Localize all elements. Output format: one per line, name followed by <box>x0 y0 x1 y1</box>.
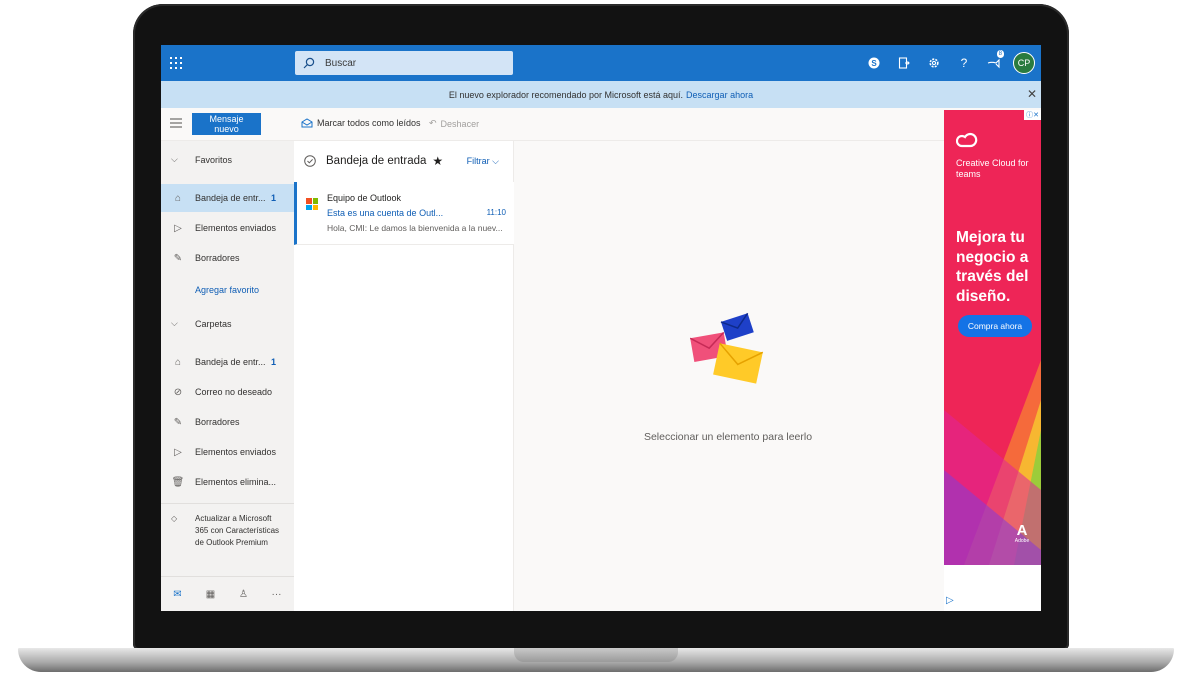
inbox-icon: ⌂ <box>174 192 182 204</box>
send-icon: ▷ <box>174 446 182 458</box>
pencil-icon: ✎ <box>173 416 183 428</box>
send-icon: ▷ <box>174 222 182 234</box>
feedback-icon[interactable]: 8 <box>979 45 1009 81</box>
upgrade-premium[interactable]: ◇ Actualizar a Microsoft 365 con Caracte… <box>161 503 294 568</box>
reading-pane: Seleccionar un elemento para leerlo <box>514 141 942 611</box>
banner-download-link[interactable]: Descargar ahora <box>686 90 753 100</box>
undo-label: Deshacer <box>440 118 480 129</box>
help-icon[interactable]: ? <box>949 45 979 81</box>
select-all-icon[interactable] <box>304 155 316 167</box>
ad-footer: ▷ <box>944 565 1041 611</box>
sidebar-item-label: Correo no deseado <box>195 387 273 397</box>
message-sender: Equipo de Outlook <box>327 193 402 203</box>
sidebar-item-sent[interactable]: ▷ Elementos enviados <box>161 438 294 466</box>
message-list-header: Bandeja de entrada ★ Filtrar ⌵ <box>294 141 513 181</box>
people-icon[interactable]: ♙ <box>227 589 260 600</box>
creative-cloud-icon <box>956 132 978 148</box>
sidebar-item-inbox[interactable]: ⌂ Bandeja de entr... 1 <box>161 348 294 376</box>
calendar-icon[interactable]: ▦ <box>194 589 227 600</box>
sidebar-item-deleted[interactable]: 🗑 Elementos elimina... <box>161 468 294 496</box>
chevron-down-icon: ⌵ <box>171 154 178 164</box>
folders-label: Carpetas <box>195 318 232 329</box>
more-icon[interactable]: ··· <box>260 589 293 600</box>
top-bar: S ? 8 CP <box>161 45 1041 81</box>
svg-text:S: S <box>871 59 877 68</box>
adobe-logo: A Adobe <box>1012 523 1032 544</box>
sidebar-item-junk[interactable]: ⊘ Correo no deseado <box>161 378 294 406</box>
ad-choices-icon[interactable]: ⓘ✕ <box>1024 110 1041 120</box>
diamond-icon: ◇ <box>171 514 178 523</box>
folders-header[interactable]: ⌵ Carpetas <box>171 318 232 329</box>
add-favorite-link[interactable]: Agregar favorito <box>195 285 259 295</box>
favorites-label: Favoritos <box>195 154 233 165</box>
block-icon: ⊘ <box>173 386 183 398</box>
star-icon[interactable]: ★ <box>432 154 443 168</box>
unread-count: 1 <box>270 357 276 367</box>
message-subject: Esta es una cuenta de Outl... <box>327 208 444 218</box>
message-time: 11:10 <box>486 208 506 217</box>
undo-button[interactable]: ↶ Deshacer <box>429 118 479 129</box>
mark-all-read-label: Marcar todos como leídos <box>317 118 421 128</box>
empty-state-text: Seleccionar un elemento para leerlo <box>643 431 813 443</box>
list-item[interactable]: Equipo de Outlook Esta es una cuenta de … <box>294 182 516 245</box>
sidebar-item-label: Elementos elimina... <box>195 477 277 487</box>
new-message-button[interactable]: Mensaje nuevo <box>192 113 261 135</box>
filter-button[interactable]: Filtrar ⌵ <box>467 156 499 167</box>
undo-icon: ↶ <box>429 118 437 128</box>
sidebar-item-label: Borradores <box>195 253 240 263</box>
gear-icon[interactable] <box>919 45 949 81</box>
ad-creative[interactable]: Creative Cloud for teams Mejora tu negoc… <box>944 110 1041 565</box>
ad-brand: Creative Cloud for teams <box>956 158 1029 179</box>
mail-icon[interactable]: ✉ <box>161 589 194 600</box>
envelope-open-icon <box>301 118 313 128</box>
module-switcher: ✉ ▦ ♙ ··· <box>161 576 294 611</box>
sidebar-item-label: Borradores <box>195 417 240 427</box>
filter-label: Filtrar <box>466 155 490 166</box>
advertisement[interactable]: Creative Cloud for teams Mejora tu negoc… <box>944 110 1041 565</box>
message-preview: Hola, CMI: Le damos la bienvenida a la n… <box>327 223 503 233</box>
app-launcher-icon[interactable] <box>161 45 191 81</box>
inbox-icon: ⌂ <box>174 356 182 368</box>
microsoft-logo-icon <box>306 198 318 210</box>
upgrade-text: Actualizar a Microsoft 365 con Caracterí… <box>195 514 280 547</box>
hamburger-icon[interactable] <box>170 118 182 128</box>
unread-count: 1 <box>270 193 276 203</box>
pencil-icon: ✎ <box>173 252 183 264</box>
sidebar-item-favorite-drafts[interactable]: ✎ Borradores <box>161 244 294 272</box>
favorites-header[interactable]: ⌵ Favoritos <box>171 154 232 165</box>
chevron-down-icon: ⌵ <box>171 318 178 328</box>
mark-all-read-button[interactable]: Marcar todos como leídos <box>301 118 421 128</box>
search-box[interactable] <box>295 51 513 75</box>
banner-text: El nuevo explorador recomendado por Micr… <box>448 89 684 100</box>
browser-banner: El nuevo explorador recomendado por Micr… <box>161 81 1041 108</box>
trash-icon: 🗑 <box>171 476 185 488</box>
avatar[interactable]: CP <box>1013 52 1035 74</box>
ad-cta-button[interactable]: Compra ahora <box>958 315 1032 337</box>
close-icon[interactable]: ✕ <box>1027 87 1037 101</box>
search-icon <box>303 57 315 69</box>
envelopes-illustration-icon <box>690 312 764 384</box>
message-list: Bandeja de entrada ★ Filtrar ⌵ Equipo de… <box>294 141 516 611</box>
adchoices-play-icon[interactable]: ▷ <box>946 595 954 606</box>
laptop-notch <box>514 648 678 662</box>
sidebar-item-drafts[interactable]: ✎ Borradores <box>161 408 294 436</box>
command-bar: Mensaje nuevo Marcar todos como leídos ↶… <box>161 108 1041 141</box>
sidebar-item-favorite-inbox[interactable]: ⌂ Bandeja de entr... 1 <box>161 184 294 212</box>
outlook-window: S ? 8 CP El nuevo explorador recomendado… <box>161 45 1041 611</box>
search-input[interactable] <box>323 56 507 70</box>
sidebar-item-label: Bandeja de entr... <box>195 357 266 367</box>
skype-icon[interactable]: S <box>859 45 889 81</box>
adobe-logo-text: Adobe <box>1014 538 1030 544</box>
notification-badge: 8 <box>996 50 1004 58</box>
sidebar-item-label: Elementos enviados <box>195 223 277 233</box>
sidebar-item-label: Elementos enviados <box>195 447 277 457</box>
folder-pane: ⌵ Favoritos ⌂ Bandeja de entr... 1 ▷ Ele… <box>161 141 294 611</box>
my-day-icon[interactable] <box>889 45 919 81</box>
header-actions: S ? 8 CP <box>859 45 1041 81</box>
sidebar-item-label: Bandeja de entr... <box>195 193 266 203</box>
folder-title: Bandeja de entrada <box>326 155 427 167</box>
sidebar-item-favorite-sent[interactable]: ▷ Elementos enviados <box>161 214 294 242</box>
ad-headline: Mejora tu negocio a través del diseño. <box>956 229 1029 305</box>
